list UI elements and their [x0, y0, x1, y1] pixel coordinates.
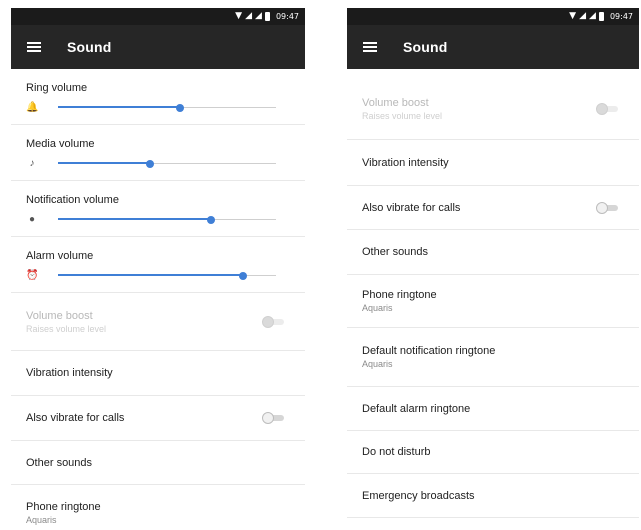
- wifi-icon: ▼: [569, 11, 577, 21]
- notification-icon: ●: [28, 214, 36, 225]
- volume-boost-row: Volume boost Raises volume level: [11, 293, 305, 351]
- slider-thumb[interactable]: [145, 159, 154, 168]
- default-alarm-label: Default alarm ringtone: [362, 402, 471, 415]
- phone-ringtone-summary: Aquaris: [26, 515, 57, 525]
- volume-boost-switch: [596, 102, 618, 116]
- do-not-disturb-label: Do not disturb: [362, 446, 431, 458]
- also-vibrate-row[interactable]: Also vibrate for calls: [347, 186, 639, 230]
- phone-ringtone-summary: Aquaris: [362, 303, 393, 313]
- alarm-volume-slider[interactable]: [58, 271, 276, 281]
- wifi-icon: ▼: [235, 11, 243, 21]
- volume-boost-summary: Raises volume level: [362, 111, 443, 121]
- slider-thumb[interactable]: [206, 215, 215, 224]
- left-screen: ▼ ◢ ◢ 09:47 Sound Ring volume 🔔 Media vo…: [11, 8, 305, 526]
- signal-icon: ◢: [579, 11, 587, 21]
- menu-icon[interactable]: [363, 42, 377, 52]
- other-sounds-label: Other sounds: [26, 456, 93, 469]
- slider-thumb[interactable]: [239, 271, 248, 280]
- page-title: Sound: [67, 39, 112, 55]
- emergency-broadcasts-row[interactable]: Emergency broadcasts: [347, 474, 639, 518]
- ring-volume-label: Ring volume: [26, 82, 88, 94]
- signal-icon: ◢: [255, 11, 262, 21]
- page-title: Sound: [403, 39, 448, 55]
- vibration-intensity-label: Vibration intensity: [26, 367, 113, 379]
- app-bar: Sound: [347, 25, 639, 69]
- also-vibrate-switch[interactable]: [596, 201, 618, 215]
- ring-volume-slider[interactable]: [58, 103, 276, 113]
- settings-list: Volume boost Raises volume level Vibrati…: [347, 69, 639, 518]
- other-sounds-label: Other sounds: [362, 246, 429, 258]
- phone-ringtone-row[interactable]: Phone ringtone Aquaris: [11, 485, 305, 526]
- phone-ringtone-label: Phone ringtone: [26, 501, 101, 513]
- alarm-clock-icon: ⏰: [26, 270, 39, 281]
- default-notification-label: Default notification ringtone: [362, 345, 496, 357]
- right-screen: ▼ ◢ ◢ 09:47 Sound Volume boost Raises vo…: [347, 8, 639, 530]
- volume-boost-label: Volume boost: [26, 309, 93, 322]
- media-volume-row: Media volume ♪: [11, 125, 305, 181]
- vibration-intensity-row[interactable]: Vibration intensity: [347, 140, 639, 186]
- default-notification-ringtone-row[interactable]: Default notification ringtone Aquaris: [347, 328, 639, 387]
- battery-icon: [264, 12, 270, 21]
- other-sounds-row[interactable]: Other sounds: [347, 230, 639, 275]
- signal-icon: ◢: [589, 11, 596, 21]
- also-vibrate-label: Also vibrate for calls: [26, 412, 125, 424]
- also-vibrate-row[interactable]: Also vibrate for calls: [11, 396, 305, 441]
- menu-icon[interactable]: [27, 42, 41, 52]
- also-vibrate-switch[interactable]: [262, 411, 284, 425]
- notification-volume-row: Notification volume ●: [11, 181, 305, 237]
- signal-icon: ◢: [245, 11, 253, 21]
- app-bar: Sound: [11, 25, 305, 69]
- music-note-icon: ♪: [29, 158, 35, 169]
- volume-boost-label: Volume boost: [362, 97, 429, 109]
- default-notification-summary: Aquaris: [362, 359, 393, 369]
- ring-volume-row: Ring volume 🔔: [11, 69, 305, 125]
- volume-boost-summary: Raises volume level: [26, 323, 107, 334]
- vibration-intensity-label: Vibration intensity: [362, 156, 449, 169]
- status-bar: ▼ ◢ ◢ 09:47: [347, 8, 639, 25]
- bell-icon: 🔔: [26, 102, 39, 113]
- other-sounds-row[interactable]: Other sounds: [11, 441, 305, 485]
- default-alarm-ringtone-row[interactable]: Default alarm ringtone: [347, 387, 639, 431]
- slider-thumb[interactable]: [176, 103, 185, 112]
- notification-volume-label: Notification volume: [26, 194, 119, 206]
- media-volume-label: Media volume: [26, 138, 95, 150]
- phone-ringtone-label: Phone ringtone: [362, 289, 437, 301]
- do-not-disturb-row[interactable]: Do not disturb: [347, 431, 639, 474]
- status-time: 09:47: [275, 12, 299, 21]
- alarm-volume-label: Alarm volume: [26, 250, 94, 262]
- volume-boost-row: Volume boost Raises volume level: [347, 79, 639, 140]
- phone-ringtone-row[interactable]: Phone ringtone Aquaris: [347, 275, 639, 328]
- status-time: 09:47: [609, 12, 633, 21]
- alarm-volume-row: Alarm volume ⏰: [11, 237, 305, 293]
- media-volume-slider[interactable]: [58, 159, 276, 169]
- notification-volume-slider[interactable]: [58, 215, 276, 225]
- battery-icon: [598, 12, 604, 21]
- settings-list: Ring volume 🔔 Media volume ♪ Notificatio…: [11, 69, 305, 526]
- vibration-intensity-row[interactable]: Vibration intensity: [11, 351, 305, 396]
- volume-boost-switch: [262, 315, 284, 329]
- emergency-broadcasts-label: Emergency broadcasts: [362, 489, 475, 502]
- also-vibrate-label: Also vibrate for calls: [362, 201, 461, 214]
- status-bar: ▼ ◢ ◢ 09:47: [11, 8, 305, 25]
